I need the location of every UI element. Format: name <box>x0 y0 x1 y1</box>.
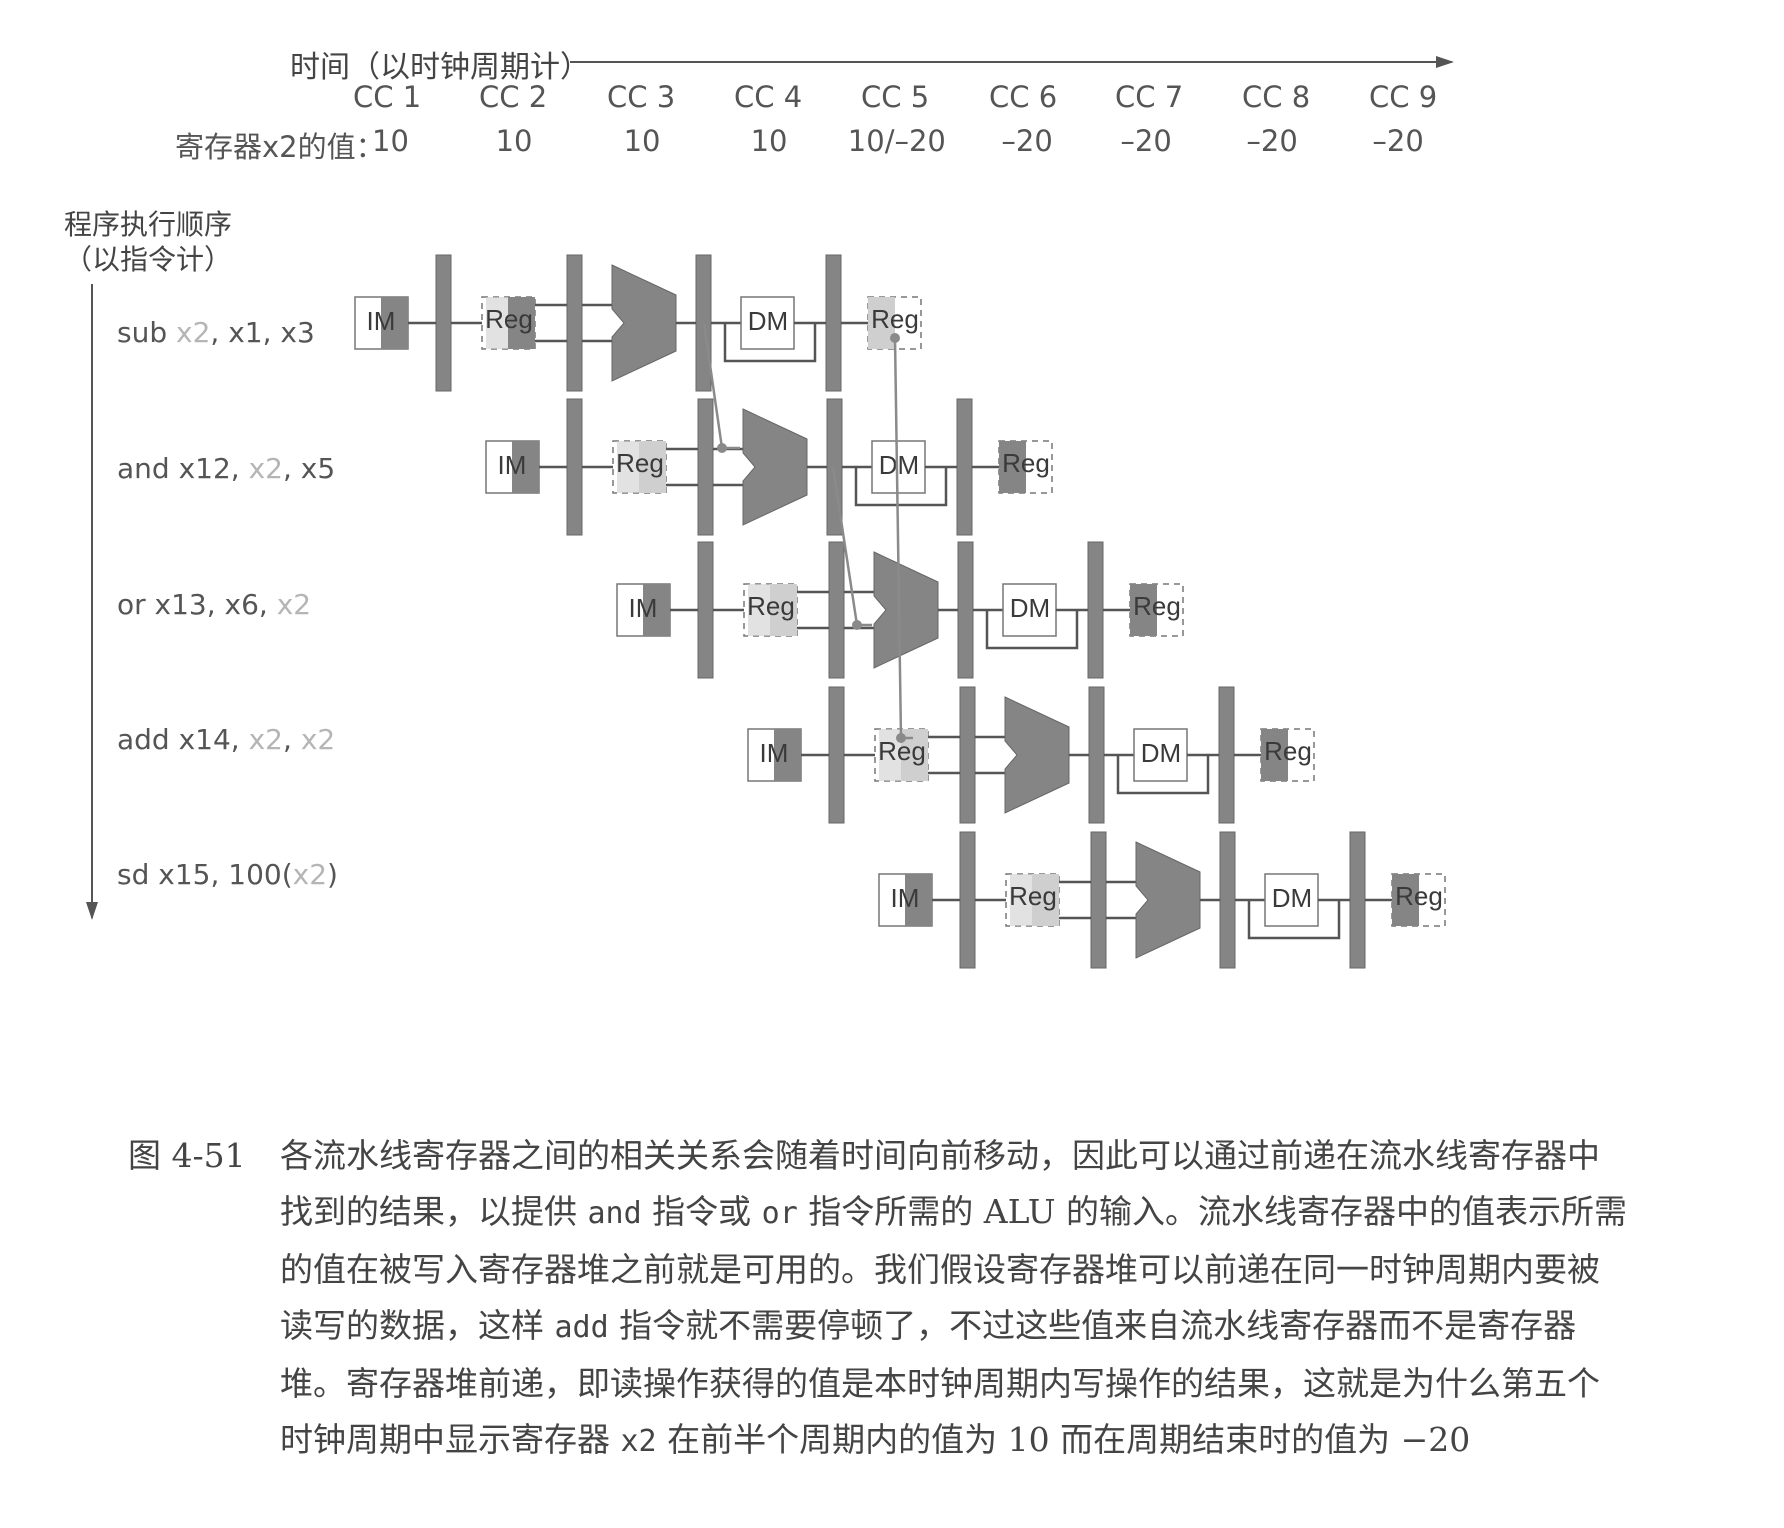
caption-code: x2 <box>620 1424 657 1459</box>
pipeline-register-bar <box>828 686 845 824</box>
pipeline-register-bar <box>956 398 973 536</box>
forwarding-dot <box>717 443 727 453</box>
reg-read-label: Reg <box>616 448 664 478</box>
figure-number: 图 4-51 <box>128 1136 246 1175</box>
pipeline-row-2: IM Reg DM Reg <box>485 398 1053 536</box>
forwarding-dot <box>852 620 862 630</box>
alu-shape <box>611 264 677 382</box>
pipeline-figure: 时间（以时钟周期计） CC 1 CC 2 CC 3 CC 4 CC 5 CC 6 CC 7C… <box>0 0 1784 1528</box>
pipeline-register-bar <box>828 541 845 679</box>
pipeline-diagram: IM Reg DM Reg IM Reg DM Reg IM Reg DM Reg IM Reg DM Reg… <box>86 56 1454 969</box>
pipeline-row-1: IM Reg DM Reg <box>354 254 922 392</box>
reg-read-label: Reg <box>747 591 795 621</box>
pipeline-register-bar <box>435 254 452 392</box>
im-label: IM <box>629 593 658 623</box>
reg-write-label: Reg <box>1395 881 1443 911</box>
caption-code: and <box>587 1196 642 1231</box>
im-label: IM <box>367 306 396 336</box>
pipeline-register-bar <box>825 254 842 392</box>
dm-label: DM <box>748 306 788 336</box>
pipeline-register-bar <box>1087 541 1104 679</box>
dm-label: DM <box>1010 593 1050 623</box>
alu-shape <box>742 408 808 526</box>
reg-write-label: Reg <box>1002 448 1050 478</box>
reg-read-label: Reg <box>1009 881 1057 911</box>
pipeline-register-bar <box>957 541 974 679</box>
pipeline-register-bar <box>695 254 712 392</box>
forwarding-dot <box>896 733 906 743</box>
im-label: IM <box>891 883 920 913</box>
pipeline-register-bar <box>1088 686 1105 824</box>
pipeline-register-bar <box>566 254 583 392</box>
alu-shape <box>1004 696 1070 814</box>
caption-segment: 在前半个周期内的值为 10 而在周期结束时的值为 −20 <box>656 1420 1471 1459</box>
pipeline-register-bar <box>959 831 976 969</box>
reg-write-label: Reg <box>1264 736 1312 766</box>
caption-segment: 指令或 <box>641 1192 762 1231</box>
pipeline-row-5: IM Reg DM Reg <box>878 831 1446 969</box>
pipeline-register-bar <box>1349 831 1366 969</box>
caption-code: add <box>554 1310 609 1345</box>
pipeline-register-bar <box>697 541 714 679</box>
forwarding-path-3 <box>893 337 913 740</box>
dm-label: DM <box>1272 883 1312 913</box>
pipeline-register-bar <box>566 398 583 536</box>
alu-shape <box>1135 841 1201 959</box>
dm-label: DM <box>879 450 919 480</box>
reg-read-label: Reg <box>485 304 533 334</box>
caption-code: or <box>761 1196 798 1231</box>
figure-caption: 图 4-51 各流水线寄存器之间的相关关系会随着时间向前移动，因此可以通过前递在… <box>128 1128 1628 1470</box>
pipeline-row-4: IM Reg DM Reg <box>747 686 1315 824</box>
pipeline-register-bar <box>1090 831 1107 969</box>
pipeline-register-bar <box>959 686 976 824</box>
reg-write-label: Reg <box>1133 591 1181 621</box>
im-label: IM <box>498 450 527 480</box>
reg-write-label: Reg <box>871 304 919 334</box>
pipeline-register-bar <box>697 398 714 536</box>
forwarding-dot <box>890 333 900 343</box>
caption-text: 各流水线寄存器之间的相关关系会随着时间向前移动，因此可以通过前递在流水线寄存器中… <box>280 1128 1628 1470</box>
im-label: IM <box>760 738 789 768</box>
pipeline-register-bar <box>1219 831 1236 969</box>
pipeline-register-bar <box>1218 686 1235 824</box>
dm-label: DM <box>1141 738 1181 768</box>
alu-shape <box>873 551 939 669</box>
